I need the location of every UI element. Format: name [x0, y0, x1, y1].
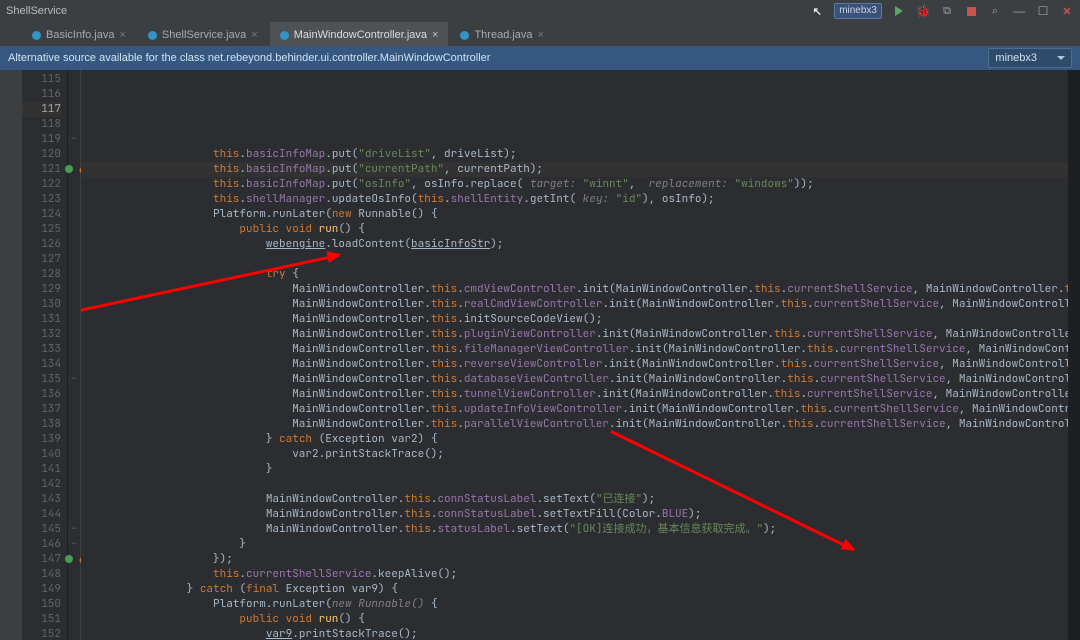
run-with-coverage-icon[interactable]: ⧉ — [940, 4, 954, 18]
class-file-icon — [148, 31, 157, 40]
source-dropdown[interactable]: minebx3 — [988, 48, 1072, 68]
tab-label: ShellService.java — [162, 29, 246, 41]
collapse-arrow-icon[interactable]: ↖ — [810, 4, 824, 18]
maximize-icon[interactable]: ☐ — [1036, 4, 1050, 18]
class-file-icon — [280, 31, 289, 40]
window-titlebar: ShellService ↖ minebx3 🐞 ⧉ ⌕ — ☐ ✕ — [0, 0, 1080, 22]
tab-basicinfo[interactable]: BasicInfo.java × — [22, 22, 136, 46]
close-tab-icon[interactable]: × — [119, 29, 125, 41]
stop-icon[interactable] — [964, 4, 978, 18]
code-editor[interactable]: this.basicInfoMap.put("driveList", drive… — [81, 70, 1068, 640]
chevron-down-icon — [1057, 56, 1065, 60]
run-config-dropdown[interactable]: minebx3 — [834, 3, 882, 19]
run-icon[interactable] — [892, 4, 906, 18]
tab-label: Thread.java — [474, 29, 532, 41]
window-title: ShellService — [6, 5, 67, 17]
alternative-source-banner: Alternative source available for the cla… — [0, 46, 1080, 70]
tab-mainwindowcontroller[interactable]: MainWindowController.java × — [270, 22, 449, 46]
editor-area: 115116117118119120121o122123124125126127… — [0, 70, 1080, 640]
editor-tabs: BasicInfo.java × ShellService.java × Mai… — [0, 22, 1080, 46]
banner-text: Alternative source available for the cla… — [8, 52, 490, 64]
class-file-icon — [32, 31, 41, 40]
debug-icon[interactable]: 🐞 — [916, 4, 930, 18]
close-icon[interactable]: ✕ — [1060, 4, 1074, 18]
vertical-scrollbar[interactable] — [1068, 70, 1080, 640]
left-tool-strip[interactable] — [0, 70, 22, 640]
search-icon[interactable]: ⌕ — [988, 4, 1002, 18]
close-tab-icon[interactable]: × — [538, 29, 544, 41]
tab-shellservice[interactable]: ShellService.java × — [138, 22, 268, 46]
minimize-icon[interactable]: — — [1012, 4, 1026, 18]
close-tab-icon[interactable]: × — [251, 29, 257, 41]
dropdown-label: minebx3 — [995, 52, 1037, 64]
tab-label: MainWindowController.java — [294, 29, 427, 41]
tab-thread[interactable]: Thread.java × — [450, 22, 554, 46]
line-number-gutter[interactable]: 115116117118119120121o122123124125126127… — [22, 70, 68, 640]
class-file-icon — [460, 31, 469, 40]
close-tab-icon[interactable]: × — [432, 29, 438, 41]
tab-label: BasicInfo.java — [46, 29, 114, 41]
